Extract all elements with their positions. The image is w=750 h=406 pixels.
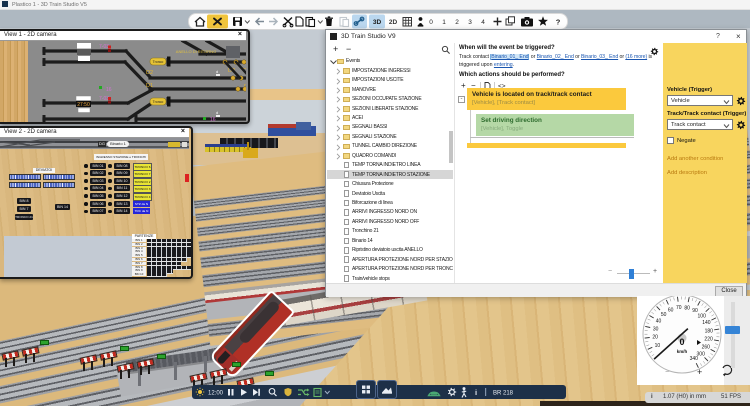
svg-text:BR 218: BR 218	[493, 391, 514, 397]
svg-text:140: 140	[702, 320, 711, 326]
svg-text:12:00: 12:00	[208, 391, 224, 397]
svg-text:27:50: 27:50	[77, 102, 90, 108]
svg-text:ANELLO DI RITORNO: ANELLO DI RITORNO	[176, 49, 216, 54]
svg-text:0: 0	[679, 337, 684, 347]
svg-text:?: ?	[556, 18, 561, 27]
svg-text:2: 2	[455, 19, 459, 26]
svg-text:180: 180	[705, 328, 714, 334]
svg-text:2D: 2D	[389, 19, 398, 26]
svg-text:D1: D1	[146, 83, 153, 89]
svg-text:260: 260	[702, 345, 711, 351]
svg-text:80: 80	[684, 305, 690, 311]
svg-text:30: 30	[653, 326, 659, 332]
svg-text:3: 3	[468, 19, 472, 26]
svg-text:60: 60	[668, 307, 674, 313]
svg-text:−: −	[665, 367, 670, 376]
svg-text:3D: 3D	[373, 19, 382, 26]
svg-text:100: 100	[698, 313, 707, 319]
svg-text:Tronco: Tronco	[153, 100, 164, 104]
svg-text:340: 340	[690, 356, 699, 362]
svg-text:Tronco: Tronco	[153, 60, 164, 64]
svg-text:7-03: 7-03	[99, 96, 109, 102]
svg-text:d: d	[216, 110, 218, 115]
svg-text:7-03: 7-03	[99, 44, 109, 50]
svg-text:km/h: km/h	[677, 349, 688, 354]
svg-text:50: 50	[661, 312, 667, 318]
svg-text:70: 70	[676, 305, 682, 311]
svg-text:220: 220	[704, 337, 713, 343]
svg-text:d: d	[216, 69, 218, 74]
svg-text:40: 40	[656, 319, 662, 325]
svg-text:4: 4	[481, 19, 485, 26]
svg-text:i: i	[475, 388, 477, 397]
svg-text:10: 10	[655, 343, 661, 349]
svg-text:D2: D2	[146, 70, 153, 76]
svg-text:20: 20	[652, 335, 658, 341]
svg-text:+: +	[697, 367, 702, 377]
svg-text:1: 1	[442, 19, 446, 26]
svg-text:16: 16	[106, 87, 112, 93]
svg-text:0: 0	[429, 19, 433, 26]
svg-text:16: 16	[210, 117, 216, 122]
